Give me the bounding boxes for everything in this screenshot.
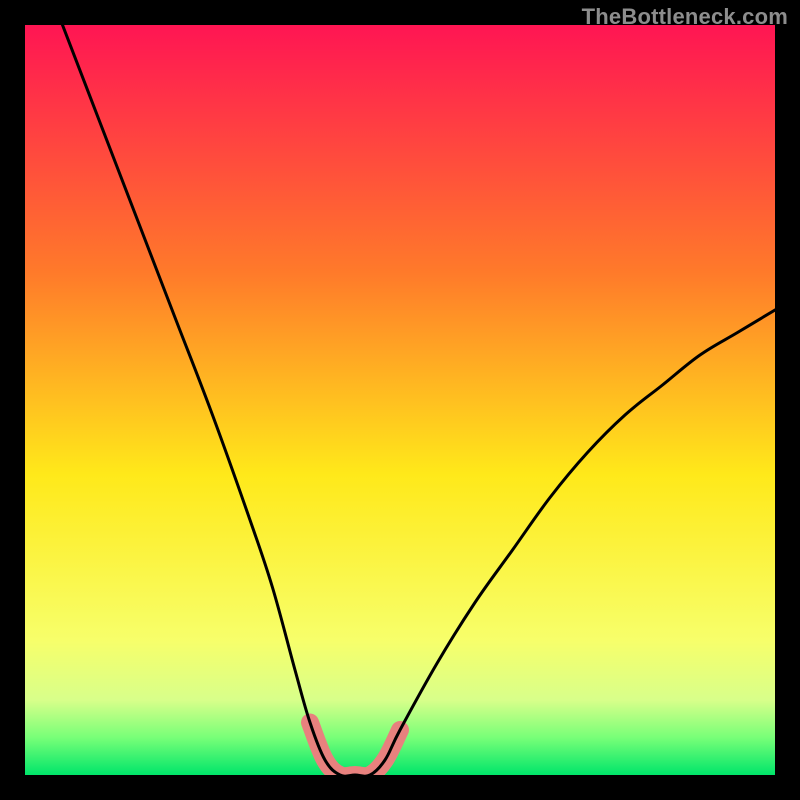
- bottleneck-chart: [25, 25, 775, 775]
- watermark-text: TheBottleneck.com: [582, 4, 788, 30]
- chart-background: [25, 25, 775, 775]
- chart-svg: [25, 25, 775, 775]
- chart-frame: TheBottleneck.com: [0, 0, 800, 800]
